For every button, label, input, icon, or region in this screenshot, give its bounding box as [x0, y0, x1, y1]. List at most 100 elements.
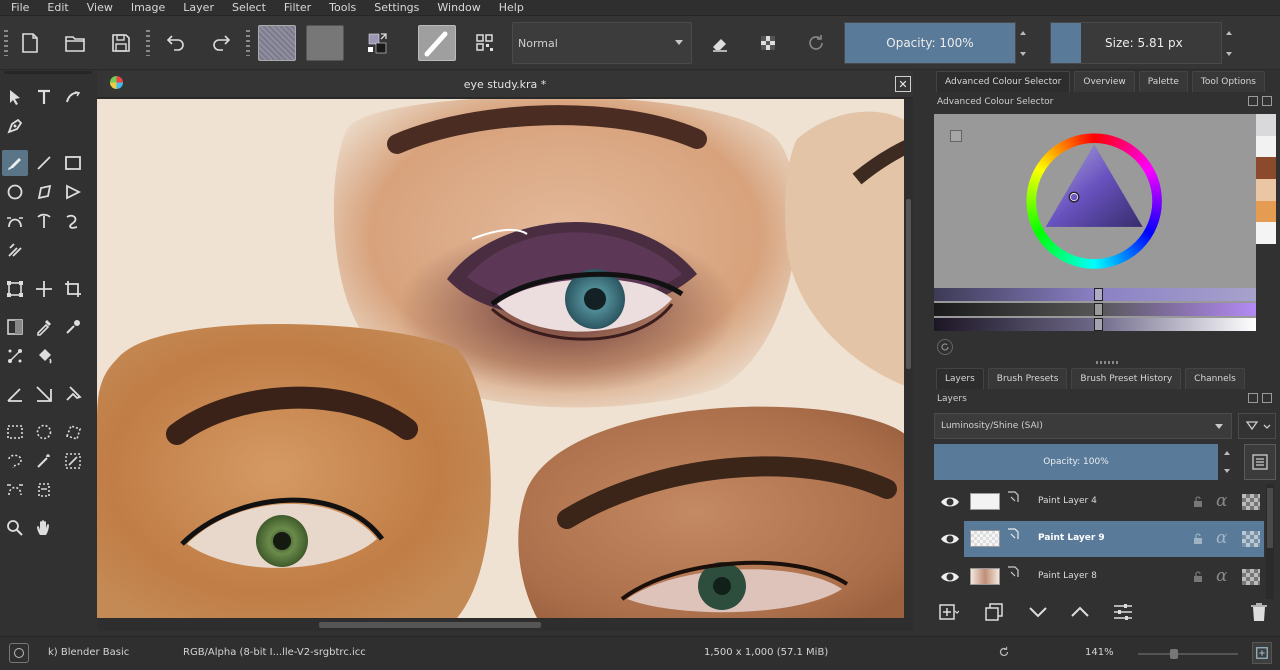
menu-view[interactable]: View	[76, 0, 120, 16]
move-tool[interactable]	[31, 276, 57, 302]
move-layer-up-button[interactable]	[1064, 598, 1096, 626]
gradient-knob[interactable]	[1094, 318, 1103, 331]
menu-tools[interactable]: Tools	[318, 0, 363, 16]
menu-image[interactable]: Image	[120, 0, 172, 16]
value-gradient-bar[interactable]	[934, 318, 1256, 331]
dynamic-brush-tool[interactable]	[60, 208, 86, 234]
menu-file[interactable]: File	[0, 0, 36, 16]
ellipse-selection-tool[interactable]	[31, 419, 57, 445]
gradient-knob[interactable]	[1094, 303, 1103, 316]
layer-row-selected[interactable]: Paint Layer 9 α	[934, 521, 1264, 557]
layer-opacity-slider[interactable]: Opacity: 100%	[934, 444, 1218, 480]
menu-help[interactable]: Help	[488, 0, 531, 16]
visibility-eye-icon[interactable]	[940, 493, 960, 511]
inherit-alpha-icon[interactable]	[1242, 531, 1260, 547]
inherit-alpha-icon[interactable]	[1242, 494, 1260, 510]
tab-overview[interactable]: Overview	[1074, 71, 1135, 92]
color-picker-tool[interactable]	[31, 314, 57, 340]
line-tool[interactable]	[31, 150, 57, 176]
tab-channels[interactable]: Channels	[1185, 368, 1245, 389]
magnetic-selection-tool[interactable]	[31, 477, 57, 503]
float-panel-icon[interactable]	[1248, 96, 1258, 106]
tab-brush-preset-history[interactable]: Brush Preset History	[1071, 368, 1182, 389]
add-layer-button[interactable]	[932, 598, 964, 626]
history-swatch[interactable]	[1256, 114, 1276, 136]
menu-filter[interactable]: Filter	[273, 0, 318, 16]
canvas-horizontal-scrollbar[interactable]	[97, 619, 913, 631]
gradient-tool[interactable]	[2, 314, 28, 340]
smart-patch-tool[interactable]	[60, 314, 86, 340]
opacity-slider[interactable]: Opacity: 100%	[844, 22, 1016, 64]
contiguous-selection-tool[interactable]	[31, 448, 57, 474]
close-panel-icon[interactable]	[1262, 393, 1272, 403]
zoom-slider[interactable]	[1138, 649, 1238, 659]
canvas-vertical-scrollbar[interactable]	[904, 99, 913, 618]
scrollbar-thumb[interactable]	[1267, 488, 1273, 548]
close-panel-icon[interactable]	[1262, 96, 1272, 106]
scrollbar-thumb[interactable]	[319, 622, 541, 628]
preserve-alpha-button[interactable]	[750, 25, 786, 61]
saturation-gradient-bar[interactable]	[934, 303, 1256, 316]
tab-brush-presets[interactable]: Brush Presets	[987, 368, 1068, 389]
rect-selection-tool[interactable]	[2, 419, 28, 445]
bezier-selection-tool[interactable]	[2, 477, 28, 503]
brush-preview-icon[interactable]	[9, 643, 29, 663]
select-shapes-tool[interactable]	[2, 84, 28, 110]
menu-settings[interactable]: Settings	[363, 0, 426, 16]
tab-tool-options[interactable]: Tool Options	[1191, 71, 1265, 92]
pattern-selector[interactable]	[306, 25, 344, 61]
layer-filter-button[interactable]	[1238, 413, 1276, 439]
layer-row[interactable]: Paint Layer 8 α	[934, 559, 1264, 595]
color-profile[interactable]: RGB/Alpha (8-bit I...lle-V2-srgbtrc.icc	[183, 647, 366, 658]
edit-shapes-tool[interactable]	[2, 113, 28, 139]
perspective-tool[interactable]	[31, 381, 57, 407]
close-document-button[interactable]: ✕	[895, 76, 911, 92]
color-swap-widget[interactable]	[360, 25, 396, 61]
alpha-lock-icon[interactable]: α	[1216, 566, 1227, 586]
new-document-button[interactable]	[12, 25, 48, 61]
freehand-selection-tool[interactable]	[2, 448, 28, 474]
toolbar-grip[interactable]	[146, 30, 150, 56]
hue-ring-triangle[interactable]	[934, 114, 1256, 289]
tab-advanced-colour-selector[interactable]: Advanced Colour Selector	[936, 71, 1071, 92]
layer-properties-button[interactable]	[1244, 444, 1276, 480]
undo-button[interactable]	[158, 25, 194, 61]
duplicate-layer-button[interactable]	[978, 598, 1010, 626]
freehand-path-tool[interactable]	[31, 208, 57, 234]
colour-selector-area[interactable]	[934, 114, 1256, 331]
document-tab[interactable]: eye study.kra * ✕	[97, 71, 913, 98]
multibrush-tool[interactable]	[2, 237, 28, 263]
reset-colour-button[interactable]	[937, 339, 953, 355]
eraser-mode-button[interactable]	[702, 25, 738, 61]
hue-gradient-bar[interactable]	[934, 288, 1256, 301]
open-document-button[interactable]	[57, 25, 93, 61]
zoom-level[interactable]: 141%	[1085, 647, 1114, 658]
save-button[interactable]	[103, 25, 139, 61]
workspace-chooser-button[interactable]	[467, 25, 503, 61]
brush-preset-button[interactable]	[418, 25, 456, 61]
delete-layer-button[interactable]	[1243, 598, 1275, 626]
lock-icon[interactable]	[1192, 571, 1204, 583]
lock-icon[interactable]	[1192, 533, 1204, 545]
rectangle-tool[interactable]	[60, 150, 86, 176]
drawing-canvas[interactable]	[97, 99, 913, 618]
menu-layer[interactable]: Layer	[172, 0, 221, 16]
transform-tool[interactable]	[2, 276, 28, 302]
layers-scrollbar[interactable]	[1266, 484, 1274, 599]
opacity-spinner[interactable]	[1017, 22, 1029, 64]
visibility-eye-icon[interactable]	[940, 568, 960, 586]
reference-images-tool[interactable]	[60, 381, 86, 407]
tab-palette[interactable]: Palette	[1138, 71, 1188, 92]
rotate-reset-button[interactable]	[997, 645, 1011, 662]
menu-window[interactable]: Window	[426, 0, 487, 16]
visibility-eye-icon[interactable]	[940, 530, 960, 548]
menu-edit[interactable]: Edit	[36, 0, 75, 16]
blend-mode-select[interactable]: Normal	[512, 22, 692, 64]
assistant-tool[interactable]	[2, 343, 28, 369]
history-swatch[interactable]	[1256, 200, 1276, 223]
inherit-alpha-icon[interactable]	[1242, 569, 1260, 585]
history-swatch[interactable]	[1256, 135, 1276, 158]
move-layer-down-button[interactable]	[1022, 598, 1054, 626]
float-panel-icon[interactable]	[1248, 393, 1258, 403]
reload-preset-button[interactable]	[798, 25, 834, 61]
